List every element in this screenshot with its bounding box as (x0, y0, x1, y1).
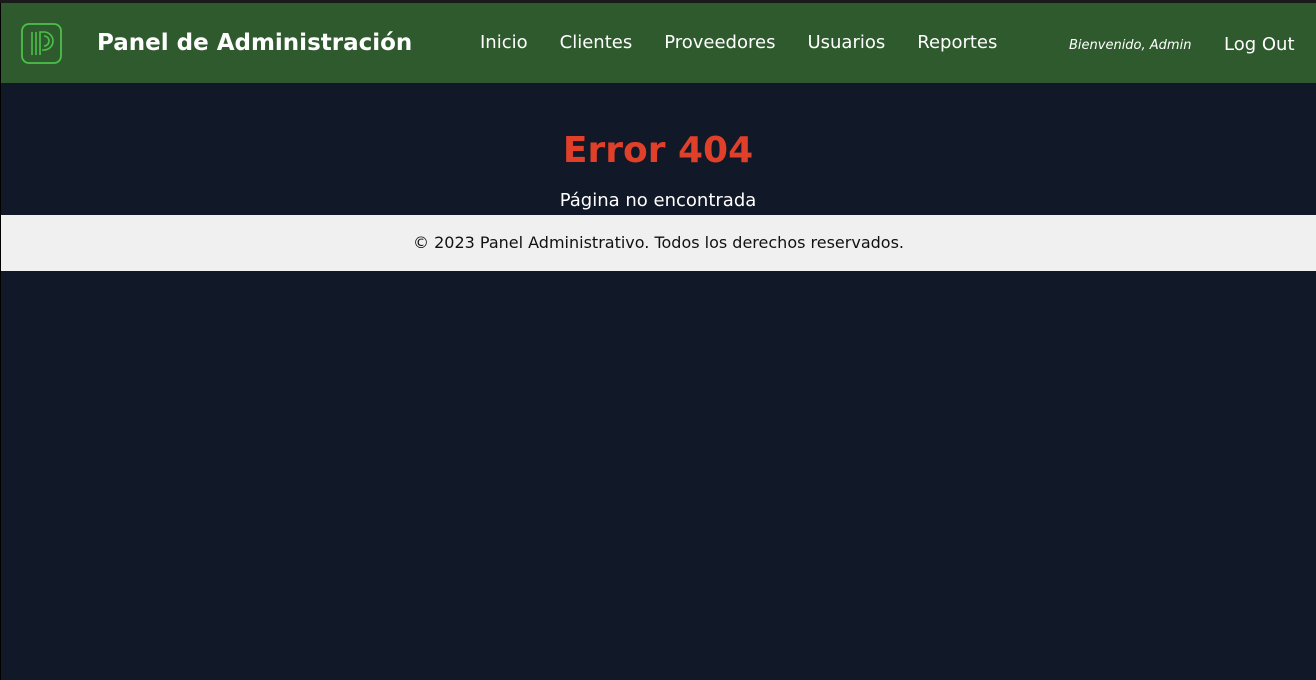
logout-link[interactable]: Log Out (1224, 33, 1295, 57)
p-logo-icon[interactable] (21, 23, 62, 64)
error-message: Página no encontrada (559, 190, 757, 211)
nav-link-reportes[interactable]: Reportes (917, 31, 997, 55)
nav-link-proveedores[interactable]: Proveedores (664, 31, 775, 55)
footer: © 2023 Panel Administrativo. Todos los d… (1, 215, 1316, 271)
welcome-text: Bienvenido, Admin (1069, 38, 1192, 53)
nav-link-inicio[interactable]: Inicio (480, 31, 528, 55)
nav-link-clientes[interactable]: Clientes (560, 31, 633, 55)
footer-copyright: © 2023 Panel Administrativo. Todos los d… (413, 233, 904, 252)
error-title: Error 404 (562, 130, 754, 171)
navbar: Panel de Administración Inicio Clientes … (1, 3, 1316, 83)
main-nav: Inicio Clientes Proveedores Usuarios Rep… (480, 31, 997, 55)
window-edge (0, 0, 1, 680)
nav-link-usuarios[interactable]: Usuarios (807, 31, 885, 55)
brand-title[interactable]: Panel de Administración (97, 28, 412, 58)
